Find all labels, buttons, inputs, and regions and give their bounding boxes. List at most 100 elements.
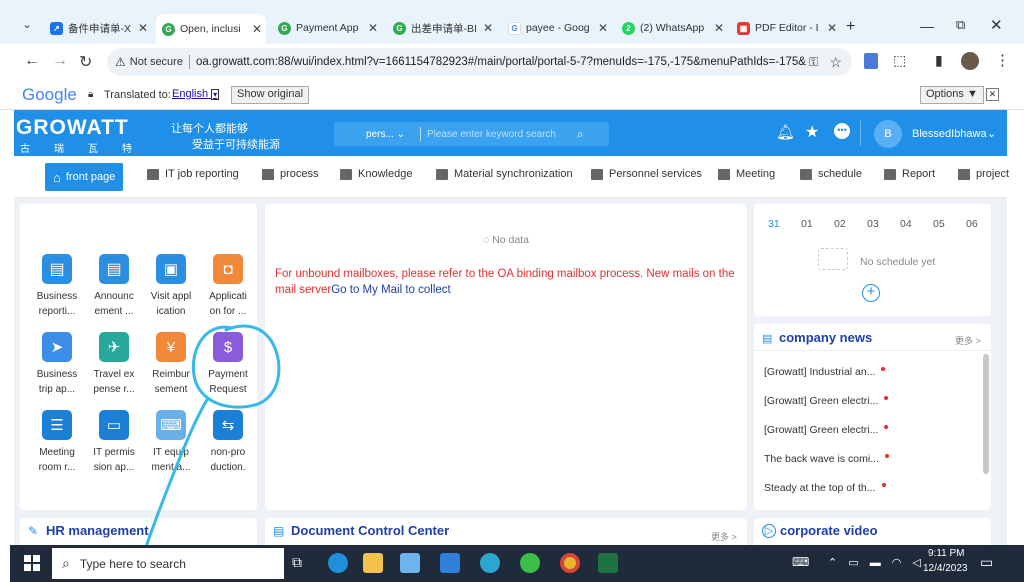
nav-front-page[interactable]: ⌂ front page [45,163,124,191]
app-it-equipment[interactable]: ⌨ IT equip ment a... [146,410,196,475]
growatt-logo[interactable]: GROWATT 古 瑞 瓦 特 [14,110,144,156]
nav-project[interactable]: project [958,168,1009,180]
news-item[interactable]: [Growatt] Green electri... [764,395,889,407]
star-icon[interactable]: ★ [805,122,819,142]
app-application-for[interactable]: ◘ Applicati on for ... [203,254,253,319]
new-tab-button[interactable]: + [846,18,855,36]
url-text[interactable]: oa.growatt.com:88/wui/index.html?v=16611… [196,56,806,68]
app-it-permission[interactable]: ▭ IT permis sion ap... [89,410,139,475]
browser-tab-active[interactable]: G Open, inclusi ✕ [156,14,266,44]
app-visit-application[interactable]: ▣ Visit appl ication [146,254,196,319]
browser-tab[interactable]: G 出差申请单-BI ✕ [387,16,497,40]
task-view-icon[interactable]: ⧉ [292,554,302,571]
show-original-button[interactable]: Show original [231,86,310,104]
browser-menu-icon[interactable]: ⋮ [995,51,1010,69]
notification-icon[interactable]: ▭ [980,554,993,571]
options-button[interactable]: Options ▼ [920,86,984,104]
schedule-day[interactable]: 02 [834,218,846,230]
bookmark-star-icon[interactable]: ☆ [829,54,842,71]
store-icon[interactable] [400,553,420,573]
browser-tab[interactable]: 2 (2) WhatsApp ✕ [616,16,728,40]
nav-personnel-services[interactable]: Personnel services [591,168,702,180]
close-tab-icon[interactable]: ✕ [252,22,262,36]
close-tab-icon[interactable]: ✕ [483,21,493,35]
app-payment-request[interactable]: $ Payment Request [203,332,253,397]
close-tab-icon[interactable]: ✕ [714,21,724,35]
search-scope-select[interactable]: pers... ⌄ [366,129,420,140]
nav-material-sync[interactable]: Material synchronization [436,168,573,180]
search-icon[interactable]: ⌕ [577,127,584,142]
sidepanel-icon[interactable]: ▮ [935,52,943,69]
nav-meeting[interactable]: Meeting [718,168,775,180]
news-item[interactable]: [Growatt] Green electri... [764,424,889,436]
system-tray-icons[interactable]: ⌃ ▭ ▬ ◠ ◁ [828,556,925,569]
minimize-button[interactable]: — [920,18,934,34]
news-item[interactable]: The back wave is comi... [764,453,889,465]
chrome-icon[interactable] [560,553,580,573]
schedule-day[interactable]: 04 [900,218,912,230]
forward-icon[interactable]: → [52,52,68,70]
wechat-icon[interactable] [520,553,540,573]
profile-avatar[interactable] [961,52,979,70]
clock-time[interactable]: 9:11 PM [928,548,965,559]
scrollbar[interactable] [983,354,989,474]
browser-tab[interactable]: G Payment App ✕ [272,16,382,40]
app-announcement[interactable]: ▤ Announc ement ... [89,254,139,319]
more-link[interactable]: 更多 > [711,530,737,543]
search-input[interactable]: Please enter keyword search [427,129,577,140]
add-schedule-icon[interactable]: + [862,284,880,302]
file-explorer-icon[interactable] [363,553,383,573]
back-icon[interactable]: ← [24,52,40,70]
close-window-button[interactable]: ✕ [990,16,1003,34]
language-select[interactable]: English ▾ [172,88,220,100]
schedule-day[interactable]: 05 [933,218,945,230]
avatar[interactable]: B [874,120,902,148]
app-travel-expense[interactable]: ✈ Travel ex pense r... [89,332,139,397]
go-to-mail-link[interactable]: Go to My Mail to collect [331,284,451,296]
close-tab-icon[interactable]: ✕ [368,21,378,35]
more-link[interactable]: 更多 > [955,334,981,347]
nav-knowledge[interactable]: Knowledge [340,168,412,180]
app-icon[interactable] [480,553,500,573]
close-translate-icon[interactable]: ✕ [986,88,999,101]
nav-it-job-reporting[interactable]: IT job reporting [147,168,239,180]
app-reimbursement[interactable]: ¥ Reimbur sement [146,332,196,397]
nav-schedule[interactable]: schedule [800,168,862,180]
nav-process[interactable]: process [262,168,319,180]
close-tab-icon[interactable]: ✕ [138,21,148,35]
excel-icon[interactable] [598,553,618,573]
schedule-day[interactable]: 03 [867,218,879,230]
extensions-puzzle-icon[interactable]: ⬚ [893,52,906,69]
app-business-reporting[interactable]: ▤ Business reporti... [32,254,82,319]
app-meeting-room[interactable]: ☰ Meeting room r... [32,410,82,475]
close-tab-icon[interactable]: ✕ [598,21,608,35]
not-secure-label[interactable]: Not secure [130,56,183,68]
chat-icon[interactable]: ••• [834,123,850,139]
restore-button[interactable]: ⧉ [956,17,965,33]
keyboard-tray-icon[interactable]: ⌨ [792,555,809,569]
app-non-production[interactable]: ⇆ non-pro duction. [203,410,253,475]
browser-tab[interactable]: G payee - Goog ✕ [502,16,612,40]
browser-tab[interactable]: ↗ 备件申请单-X ✕ [44,16,152,40]
user-name[interactable]: BlessedIbhawa [912,128,987,140]
news-item[interactable]: Steady at the top of th... [764,482,886,494]
address-bar[interactable]: ⚠ Not secure oa.growatt.com:88/wui/index… [107,48,852,76]
edge-icon[interactable] [328,553,348,573]
password-key-icon[interactable]: ⚿ [809,55,818,70]
mail-icon[interactable] [440,553,460,573]
reload-icon[interactable]: ↻ [79,52,92,72]
schedule-day[interactable]: 06 [966,218,978,230]
schedule-day[interactable]: 01 [801,218,813,230]
browser-tab[interactable]: ▦ PDF Editor - I ✕ [731,16,841,40]
translate-extension-icon[interactable] [864,53,878,69]
clock-date[interactable]: 12/4/2023 [923,563,968,574]
bell-icon[interactable]: 🔔︎ [776,123,795,141]
tab-search-button[interactable]: ⌄ [16,18,38,38]
news-item[interactable]: [Growatt] Industrial an... [764,366,886,378]
user-menu-chevron-icon[interactable]: ⌄ [987,127,996,140]
windows-start-icon[interactable] [24,555,40,571]
nav-report[interactable]: Report [884,168,935,180]
schedule-day[interactable]: 31 [768,218,780,230]
close-tab-icon[interactable]: ✕ [827,21,837,35]
taskbar-search[interactable]: ⌕ Type here to search [52,548,284,579]
